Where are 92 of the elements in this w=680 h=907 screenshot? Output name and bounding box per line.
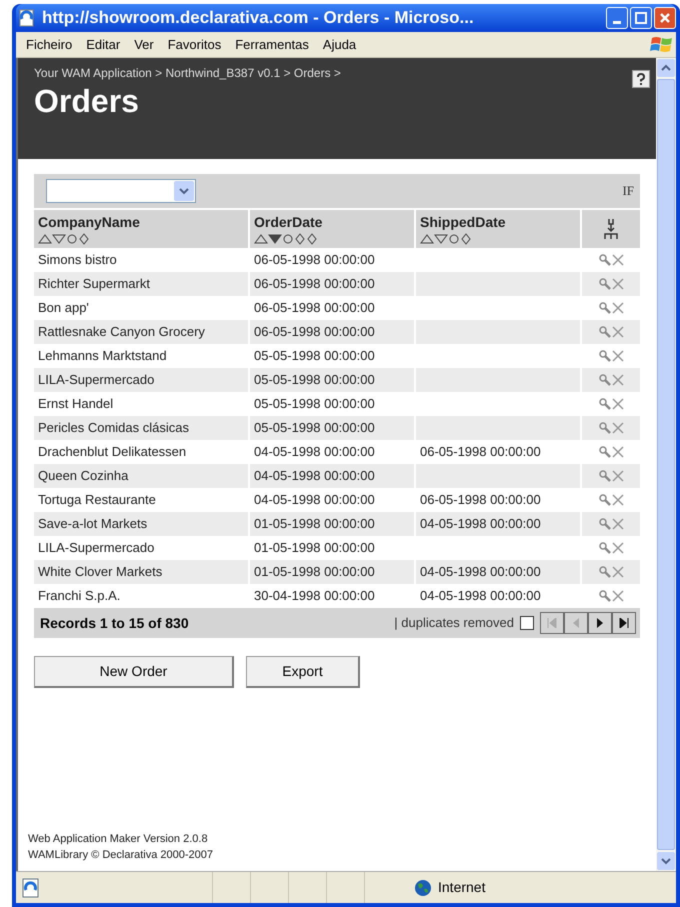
zone-label: Internet xyxy=(438,878,486,897)
delete-icon[interactable] xyxy=(612,278,624,290)
search-icon[interactable] xyxy=(598,302,610,314)
filter-dropdown[interactable] xyxy=(46,179,196,203)
menu-item[interactable]: Favoritos xyxy=(162,34,228,54)
page-icon xyxy=(18,9,36,27)
search-icon[interactable] xyxy=(598,566,610,578)
search-icon[interactable] xyxy=(598,326,610,338)
search-icon[interactable] xyxy=(598,518,610,530)
filter-toggle[interactable]: IF xyxy=(622,181,634,201)
menu-item[interactable]: Editar xyxy=(80,34,126,54)
delete-icon[interactable] xyxy=(612,398,624,410)
footer-text: WAMLibrary © Declarativa 2000-2007 xyxy=(28,848,214,863)
search-icon[interactable] xyxy=(598,590,610,602)
duplicates-checkbox[interactable] xyxy=(520,616,534,630)
action-button[interactable]: New Order xyxy=(34,656,234,688)
delete-icon[interactable] xyxy=(612,494,624,506)
delete-icon[interactable] xyxy=(612,326,624,338)
table-cell: 04-05-1998 00:00:00 xyxy=(250,464,416,488)
menu-item[interactable]: Ver xyxy=(128,34,160,54)
table-cell: Save-a-lot Markets xyxy=(34,512,250,536)
hierarchy-icon[interactable] xyxy=(602,218,620,240)
search-icon[interactable] xyxy=(598,446,610,458)
table-cell: 05-05-1998 00:00:00 xyxy=(250,416,416,440)
menu-item[interactable]: Ferramentas xyxy=(229,34,315,54)
table-cell: Rattlesnake Canyon Grocery xyxy=(34,320,250,344)
minimize-button[interactable] xyxy=(606,7,628,29)
first-page-icon xyxy=(547,618,557,628)
delete-icon[interactable] xyxy=(612,518,624,530)
table-cell: 04-05-1998 00:00:00 xyxy=(416,560,582,584)
search-icon[interactable] xyxy=(598,494,610,506)
close-button[interactable] xyxy=(654,7,676,29)
footer-text: Web Application Maker Version 2.0.8 xyxy=(28,832,209,847)
last-page-icon xyxy=(619,618,629,628)
delete-icon[interactable] xyxy=(612,590,624,602)
delete-icon[interactable] xyxy=(612,422,624,434)
maximize-icon xyxy=(635,12,647,24)
search-icon[interactable] xyxy=(598,542,610,554)
delete-icon[interactable] xyxy=(612,254,624,266)
action-button[interactable]: Export xyxy=(246,656,360,688)
duplicates-label: | duplicates removed xyxy=(394,614,514,632)
column-title: OrderDate xyxy=(254,214,324,231)
column-header[interactable]: OrderDate xyxy=(250,210,416,248)
delete-icon[interactable] xyxy=(612,446,624,458)
table-cell: 06-05-1998 00:00:00 xyxy=(250,320,416,344)
menu-item[interactable]: Ajuda xyxy=(316,34,362,54)
column-title: CompanyName xyxy=(38,214,141,231)
search-icon[interactable] xyxy=(598,374,610,386)
column-title: ShippedDate xyxy=(420,214,507,231)
maximize-button[interactable] xyxy=(630,7,652,29)
previous-page-button[interactable] xyxy=(564,612,588,634)
close-icon xyxy=(659,12,671,24)
column-header[interactable]: ShippedDate xyxy=(416,210,582,248)
window-title: http://showroom.declarativa.com - Orders - Microso... xyxy=(42,7,475,30)
table-cell: 06-05-1998 00:00:00 xyxy=(250,272,416,296)
page-title: Orders xyxy=(34,82,140,120)
delete-icon[interactable] xyxy=(612,470,624,482)
search-icon[interactable] xyxy=(598,422,610,434)
minimize-icon xyxy=(613,21,621,24)
table-cell: LILA-Supermercado xyxy=(34,368,250,392)
table-cell: 01-05-1998 00:00:00 xyxy=(250,512,416,536)
breadcrumb: Your WAM Application > Northwind_B387 v0.1 > Orders > xyxy=(34,65,342,82)
table-cell: Pericles Comidas clásicas xyxy=(34,416,250,440)
delete-icon[interactable] xyxy=(612,350,624,362)
search-icon[interactable] xyxy=(598,398,610,410)
record-count: Records 1 to 15 of 830 xyxy=(40,614,190,632)
table-cell: White Clover Markets xyxy=(34,560,250,584)
globe-icon xyxy=(414,878,432,896)
help-icon xyxy=(636,73,646,85)
table-cell: 04-05-1998 00:00:00 xyxy=(416,512,582,536)
delete-icon[interactable] xyxy=(612,302,624,314)
previous-page-icon xyxy=(572,618,580,628)
search-icon[interactable] xyxy=(598,350,610,362)
next-page-button[interactable] xyxy=(588,612,612,634)
table-cell: 01-05-1998 00:00:00 xyxy=(250,560,416,584)
delete-icon[interactable] xyxy=(612,566,624,578)
help-button[interactable] xyxy=(632,70,650,88)
table-cell: 05-05-1998 00:00:00 xyxy=(250,368,416,392)
delete-icon[interactable] xyxy=(612,374,624,386)
scroll-up-icon[interactable] xyxy=(656,58,676,78)
column-header[interactable]: CompanyName xyxy=(34,210,250,248)
table-cell: Queen Cozinha xyxy=(34,464,250,488)
table-cell: Richter Supermarkt xyxy=(34,272,250,296)
last-page-button[interactable] xyxy=(612,612,636,634)
search-icon[interactable] xyxy=(598,278,610,290)
delete-icon[interactable] xyxy=(612,542,624,554)
first-page-button[interactable] xyxy=(540,612,564,634)
next-page-icon xyxy=(596,618,604,628)
search-icon[interactable] xyxy=(598,470,610,482)
menu-item[interactable]: Ficheiro xyxy=(20,34,78,54)
search-icon[interactable] xyxy=(598,254,610,266)
scroll-down-icon[interactable] xyxy=(656,851,676,871)
